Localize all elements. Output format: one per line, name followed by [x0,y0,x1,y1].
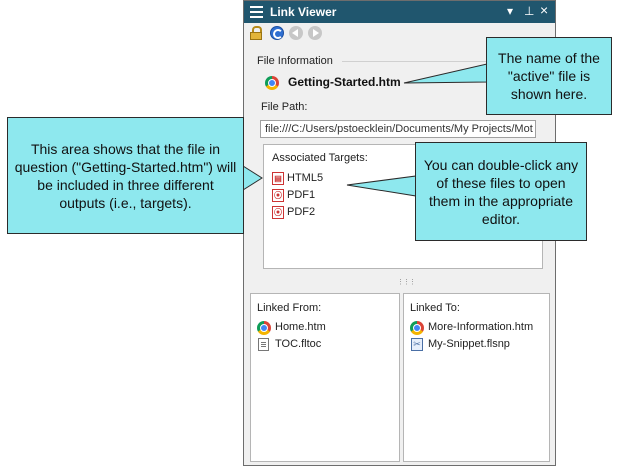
target-label: HTML5 [287,172,324,184]
chrome-icon [257,321,271,335]
linked-to-list: Linked To: More-Information.htm ✂ My-Sni… [403,293,550,462]
horizontal-splitter[interactable]: ⋮⋮⋮ [244,275,555,287]
file-label: My-Snippet.flsnp [428,338,510,350]
file-path-field[interactable]: file:///C:/Users/pstoecklein/Documents/M… [260,120,536,138]
window-title: Link Viewer [270,5,337,19]
callout-active-file: The name of the "active" file is shown h… [486,37,612,115]
toc-file-icon [258,338,269,351]
html5-target-icon: ▤ [272,172,284,185]
file-label: Home.htm [275,321,326,333]
file-path-label: File Path: [261,101,308,113]
target-label: PDF1 [287,189,316,201]
active-file-name: Getting-Started.htm [288,75,401,89]
associated-targets-label: Associated Targets: [272,152,368,164]
close-icon[interactable]: × [540,3,548,17]
chrome-icon [410,321,424,335]
chrome-icon [265,76,279,90]
refresh-icon[interactable] [270,26,284,40]
pdf-target-icon: ⦿ [272,189,284,202]
title-bar: Link Viewer ▾ ⊥ × [244,1,555,23]
pin-icon[interactable]: ⊥ [524,4,534,18]
callout-double-click: You can double-click any of these files … [415,142,587,241]
linked-from-label: Linked From: [257,302,322,314]
file-information-label: File Information [257,55,333,67]
dropdown-arrow-icon[interactable]: ▾ [507,4,513,18]
linked-to-label: Linked To: [410,302,460,314]
file-label: TOC.fltoc [275,338,322,350]
linked-from-list: Linked From: Home.htm TOC.fltoc [250,293,400,462]
file-label: More-Information.htm [428,321,534,333]
snippet-file-icon: ✂ [411,338,423,351]
lock-icon[interactable] [250,26,262,40]
pdf-target-icon: ⦿ [272,206,284,219]
forward-arrow-icon[interactable] [308,26,322,40]
hamburger-menu-icon[interactable] [250,6,263,18]
splitter-grip-icon: ⋮⋮⋮ [397,279,416,286]
callout-associated-targets: This area shows that the file in questio… [7,117,244,234]
target-label: PDF2 [287,206,316,218]
back-arrow-icon[interactable] [289,26,303,40]
